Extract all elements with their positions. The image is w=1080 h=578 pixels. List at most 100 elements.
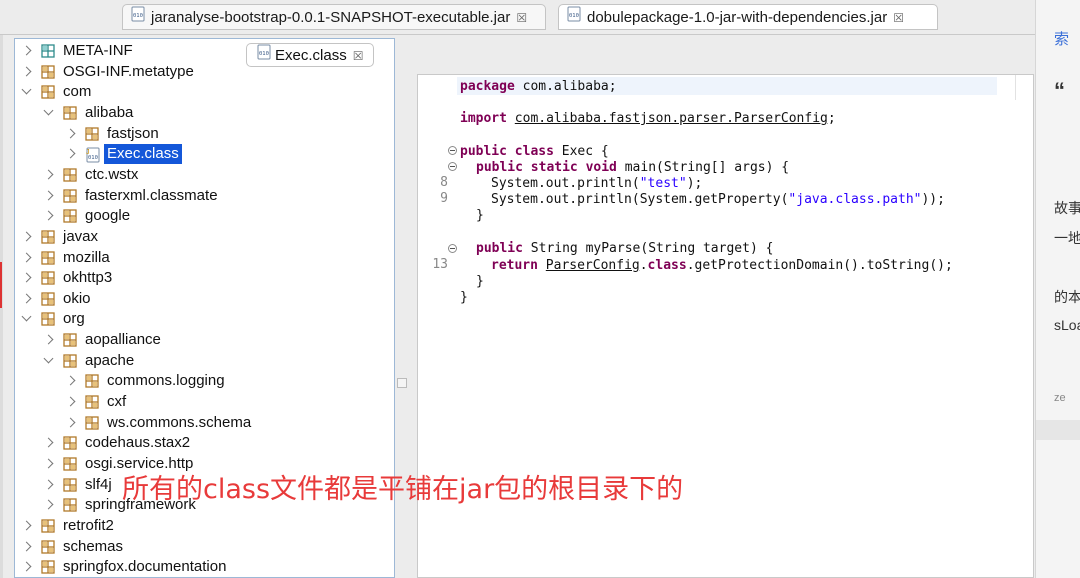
close-icon[interactable]: ☒ <box>893 5 904 29</box>
class-file-icon: 010 <box>257 44 271 68</box>
code-line-println-classpath: System.out.println(System.getProperty("j… <box>491 192 945 207</box>
package-icon <box>41 64 55 79</box>
tree-item-retrofit2[interactable]: retrofit2 <box>15 516 394 536</box>
editor-scrollbar[interactable] <box>1015 75 1033 100</box>
close-icon[interactable]: ☒ <box>516 5 527 29</box>
tree-item-label: slf4j <box>85 475 112 493</box>
chevron-right-icon[interactable] <box>21 252 32 262</box>
chevron-right-icon[interactable] <box>65 375 76 386</box>
code-line-return: return ParserConfig.class.getProtectionD… <box>491 258 953 273</box>
window-tab-label: jaranalyse-bootstrap-0.0.1-SNAPSHOT-exec… <box>151 9 511 26</box>
chevron-right-icon[interactable] <box>21 293 32 304</box>
fold-toggle-icon[interactable] <box>448 146 457 155</box>
fold-toggle-icon[interactable] <box>448 244 457 253</box>
tree-item-label: osgi.service.http <box>85 455 194 472</box>
splitter-grip-icon[interactable] <box>397 378 407 388</box>
chevron-right-icon[interactable] <box>21 231 32 242</box>
editor-tab-exec-class[interactable]: 010 Exec.class ☒ <box>246 43 374 67</box>
chevron-down-icon[interactable] <box>21 84 32 95</box>
window-tab-dobulepackage[interactable]: 010 dobulepackage-1.0-jar-with-dependenc… <box>558 4 938 30</box>
chevron-right-icon[interactable] <box>21 520 32 531</box>
tree-item-exec-class[interactable]: 010 J Exec.class <box>15 144 394 165</box>
chevron-right-icon[interactable] <box>43 458 54 469</box>
package-icon <box>41 250 55 265</box>
tree-item-okhttp3[interactable]: okhttp3 <box>15 268 394 288</box>
chevron-right-icon[interactable] <box>43 334 54 345</box>
background-bar <box>1036 420 1080 440</box>
tree-item-springfox-documentation[interactable]: springfox.documentation <box>15 557 394 577</box>
tree-item-apache[interactable]: apache <box>15 351 394 371</box>
tree-item-label: aopalliance <box>85 331 161 349</box>
tree-item-okio[interactable]: okio <box>15 289 394 309</box>
package-icon <box>63 436 77 450</box>
chevron-right-icon[interactable] <box>43 479 54 490</box>
tree-item-codehaus-stax2[interactable]: codehaus.stax2 <box>15 433 394 453</box>
chevron-right-icon[interactable] <box>65 148 76 159</box>
package-icon <box>41 271 55 285</box>
chevron-right-icon[interactable] <box>43 190 54 200</box>
tree-item-label: okhttp3 <box>63 269 113 287</box>
line-number: 8 <box>440 175 448 190</box>
chevron-right-icon[interactable] <box>21 561 32 572</box>
chevron-right-icon[interactable] <box>65 417 76 428</box>
tree-item-osgi-service-http[interactable]: osgi.service.http <box>15 454 394 474</box>
background-text: sLoa <box>1054 317 1080 333</box>
package-icon <box>41 85 55 99</box>
chevron-down-icon[interactable] <box>21 311 32 322</box>
tree-item-aopalliance[interactable]: aopalliance <box>15 330 394 350</box>
chevron-right-icon[interactable] <box>65 128 76 139</box>
tree-item-fasterxml-classmate[interactable]: fasterxml.classmate <box>15 186 394 206</box>
chevron-right-icon[interactable] <box>21 45 32 56</box>
chevron-right-icon[interactable] <box>65 396 76 407</box>
package-icon <box>41 312 55 327</box>
code-line-myparse-decl: public String myParse(String target) { <box>476 241 774 256</box>
tree-item-com[interactable]: com <box>15 82 394 102</box>
tree-item-org[interactable]: org <box>15 309 394 329</box>
tree-item-alibaba[interactable]: alibaba <box>15 103 394 123</box>
code-line-println-test: System.out.println("test"); <box>491 176 703 191</box>
chevron-right-icon[interactable] <box>43 169 54 180</box>
tree-item-label: org <box>63 310 85 328</box>
tree-item-fastjson[interactable]: fastjson <box>15 124 394 144</box>
fold-toggle-icon[interactable] <box>448 162 457 171</box>
chevron-right-icon[interactable] <box>43 210 54 221</box>
editor-tabbar <box>413 38 1033 74</box>
tree-item-google[interactable]: google <box>15 206 394 226</box>
tree-item-schemas[interactable]: schemas <box>15 537 394 557</box>
background-text: 的本 <box>1054 289 1080 305</box>
background-quote-mark: “ <box>1054 78 1065 103</box>
editor-tab-label: Exec.class <box>275 47 347 64</box>
line-number: 13 <box>432 257 448 272</box>
tree-item-ws-commons-schema[interactable]: ws.commons.schema <box>15 413 394 433</box>
window-tab-jaranalyse[interactable]: 010 jaranalyse-bootstrap-0.0.1-SNAPSHOT-… <box>122 4 546 30</box>
tree-item-mozilla[interactable]: mozilla <box>15 248 394 268</box>
annotation-text: 所有的class文件都是平铺在jar包的根目录下的 <box>122 474 684 505</box>
tree-item-label: META-INF <box>63 42 133 59</box>
tree-item-cxf[interactable]: cxf <box>15 392 394 412</box>
tree-item-commons-logging[interactable]: commons.logging <box>15 371 394 391</box>
package-icon <box>41 519 55 533</box>
tree-item-label: ctc.wstx <box>85 165 139 183</box>
jar-file-icon: 010 <box>131 5 145 29</box>
chevron-right-icon[interactable] <box>43 437 54 448</box>
chevron-down-icon[interactable] <box>43 105 54 116</box>
close-icon[interactable]: ☒ <box>353 44 364 68</box>
tree-item-javax[interactable]: javax <box>15 227 394 247</box>
tree-item-label: ws.commons.schema <box>107 413 252 431</box>
tree-item-ctc-wstx[interactable]: ctc.wstx <box>15 165 394 185</box>
chevron-right-icon[interactable] <box>21 541 32 552</box>
code-line-main-decl: public static void main(String[] args) { <box>476 160 790 175</box>
tree-item-label: Exec.class <box>104 144 182 165</box>
chevron-right-icon[interactable] <box>21 66 32 77</box>
folder-icon <box>41 44 55 58</box>
code-line-class-decl: public class Exec { <box>460 144 609 159</box>
tree-item-label: okio <box>63 289 91 307</box>
tree-item-label: cxf <box>107 393 127 411</box>
tree-item-label: fasterxml.classmate <box>85 186 218 204</box>
chevron-right-icon[interactable] <box>43 499 54 510</box>
code-line-import: import com.alibaba.fastjson.parser.Parse… <box>460 111 836 126</box>
chevron-right-icon[interactable] <box>21 272 32 283</box>
chevron-down-icon[interactable] <box>43 353 54 364</box>
background-text: 一地 <box>1054 230 1080 246</box>
code-line-close-brace: } <box>460 290 468 305</box>
